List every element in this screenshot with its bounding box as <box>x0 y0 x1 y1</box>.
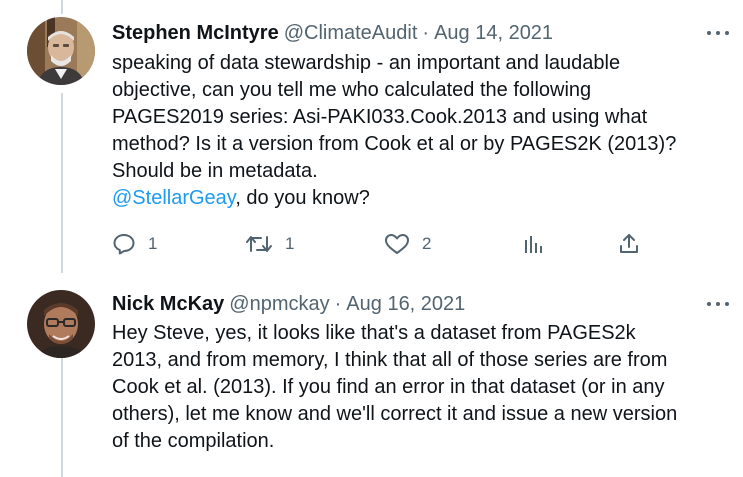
share-icon <box>620 234 638 253</box>
tweet-line: of the compilation. <box>112 430 275 452</box>
separator-dot: · <box>422 22 430 44</box>
tweet-header: Nick McKay @npmckay · Aug 16, 2021 <box>112 292 465 316</box>
tweet-line: method? Is it a version from Cook et al … <box>112 133 677 155</box>
avatar[interactable] <box>27 290 95 358</box>
author-name[interactable]: Stephen McIntyre <box>112 21 279 45</box>
author-name[interactable]: Nick McKay <box>112 292 224 316</box>
views-button[interactable] <box>522 229 546 259</box>
tweet-line-rest: , do you know? <box>235 187 370 209</box>
tweet-text: speaking of data stewardship - an import… <box>112 50 732 212</box>
tweet-text: Hey Steve, yes, it looks like that's a d… <box>112 320 732 455</box>
tweet-line: Cook et al. (2013). If you find an error… <box>112 376 665 398</box>
action-bar: 1 1 2 <box>112 229 652 259</box>
more-options-icon[interactable] <box>707 299 729 309</box>
retweet-button[interactable]: 1 <box>245 229 294 259</box>
thread-line <box>61 0 63 14</box>
tweet-date[interactable]: Aug 14, 2021 <box>434 21 553 45</box>
retweet-count: 1 <box>285 234 295 253</box>
like-count: 2 <box>422 234 432 253</box>
tweet-line: speaking of data stewardship - an import… <box>112 52 621 74</box>
reply-icon <box>113 234 135 255</box>
avatar-photo <box>27 17 95 85</box>
more-options-icon[interactable] <box>707 28 729 38</box>
tweet-line: others), let me know and we'll correct i… <box>112 403 678 425</box>
avatar-photo <box>27 290 95 358</box>
tweet-header: Stephen McIntyre @ClimateAudit · Aug 14,… <box>112 21 553 45</box>
tweet-line: objective, can you tell me who calculate… <box>112 79 592 101</box>
mention-link[interactable]: @StellarGeay <box>112 187 235 209</box>
retweet-icon <box>246 236 272 252</box>
author-handle[interactable]: @ClimateAudit <box>284 21 418 45</box>
views-icon <box>525 236 542 253</box>
tweet-date[interactable]: Aug 16, 2021 <box>346 292 465 316</box>
tweet-line: Should be in metadata. <box>112 160 318 182</box>
separator-dot: · <box>334 293 342 315</box>
reply-count: 1 <box>148 234 158 253</box>
tweet-line: 2013, and from memory, I think that all … <box>112 349 668 371</box>
tweet-line: @StellarGeay, do you know? <box>112 185 732 212</box>
tweet-line: Hey Steve, yes, it looks like that's a d… <box>112 322 636 344</box>
thread-line <box>61 93 63 273</box>
thread-line <box>61 355 63 477</box>
like-icon <box>385 234 409 254</box>
author-handle[interactable]: @npmckay <box>229 292 329 316</box>
tweet-line: PAGES2019 series: Asi-PAKI033.Cook.2013 … <box>112 106 648 128</box>
share-button[interactable] <box>617 229 641 259</box>
like-button[interactable]: 2 <box>384 229 431 259</box>
reply-button[interactable]: 1 <box>112 229 157 259</box>
avatar[interactable] <box>27 17 95 85</box>
